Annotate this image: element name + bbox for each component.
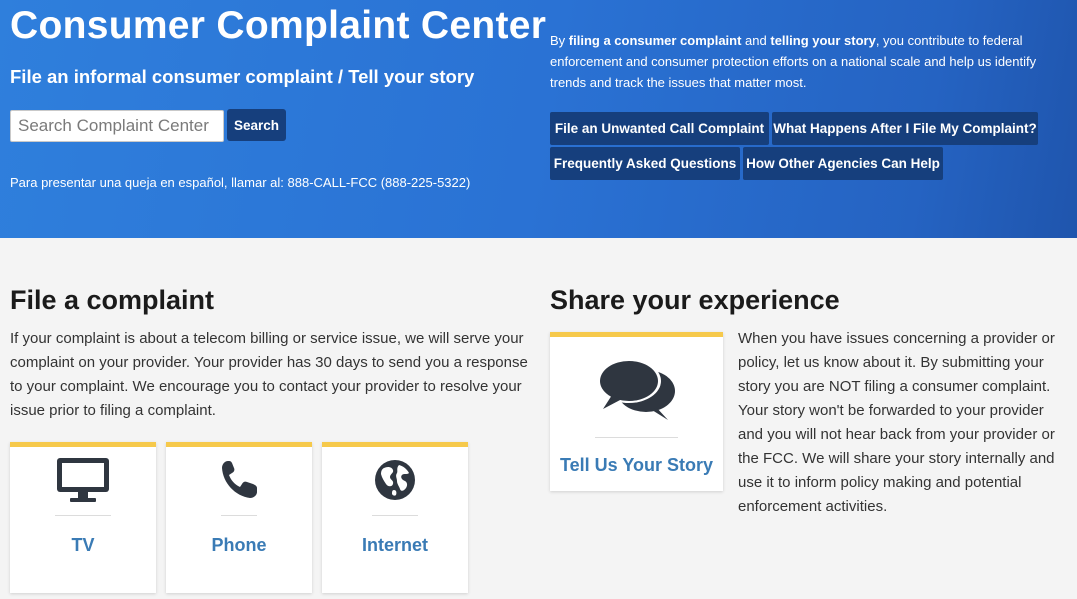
file-complaint-text: If your complaint is about a telecom bil… [10,330,528,419]
page-subtitle: File an informal consumer complaint / Te… [10,66,475,87]
other-agencies-button[interactable]: How Other Agencies Can Help [743,147,943,180]
faq-button[interactable]: Frequently Asked Questions [550,147,740,180]
share-experience-heading: Share your experience [550,285,840,315]
card-divider [55,515,111,516]
spanish-phone-note: Para presentar una queja en español, lla… [10,175,471,190]
phone-card-label: Phone [211,535,267,555]
tv-complaint-card[interactable]: TV [10,442,156,593]
search-button[interactable]: Search [227,109,286,141]
tell-story-card-label: Tell Us Your Story [559,455,714,475]
phone-icon [222,461,257,498]
internet-card-label: Internet [361,535,428,555]
file-complaint-heading: File a complaint [10,285,215,315]
page-title: Consumer Complaint Center [10,4,547,47]
tell-story-card[interactable]: Tell Us Your Story [550,332,723,491]
what-happens-after-button[interactable]: What Happens After I File My Complaint? [772,112,1038,145]
search-input[interactable] [10,110,224,142]
tv-icon [57,458,109,502]
tv-card-label: TV [71,535,95,555]
hero-intro-text: By filing a consumer complaint and telli… [550,33,1037,90]
internet-complaint-card[interactable]: Internet [322,442,468,593]
unwanted-call-complaint-button[interactable]: File an Unwanted Call Complaint [550,112,769,145]
share-experience-text: When you have issues concerning a provid… [738,330,1055,515]
hero-banner: Consumer Complaint Center File an inform… [0,0,1077,238]
globe-icon [375,460,415,500]
card-divider [221,515,257,516]
speech-bubbles-icon [596,359,675,420]
phone-complaint-card[interactable]: Phone [166,442,312,593]
card-divider [372,515,418,516]
card-divider [595,437,678,438]
